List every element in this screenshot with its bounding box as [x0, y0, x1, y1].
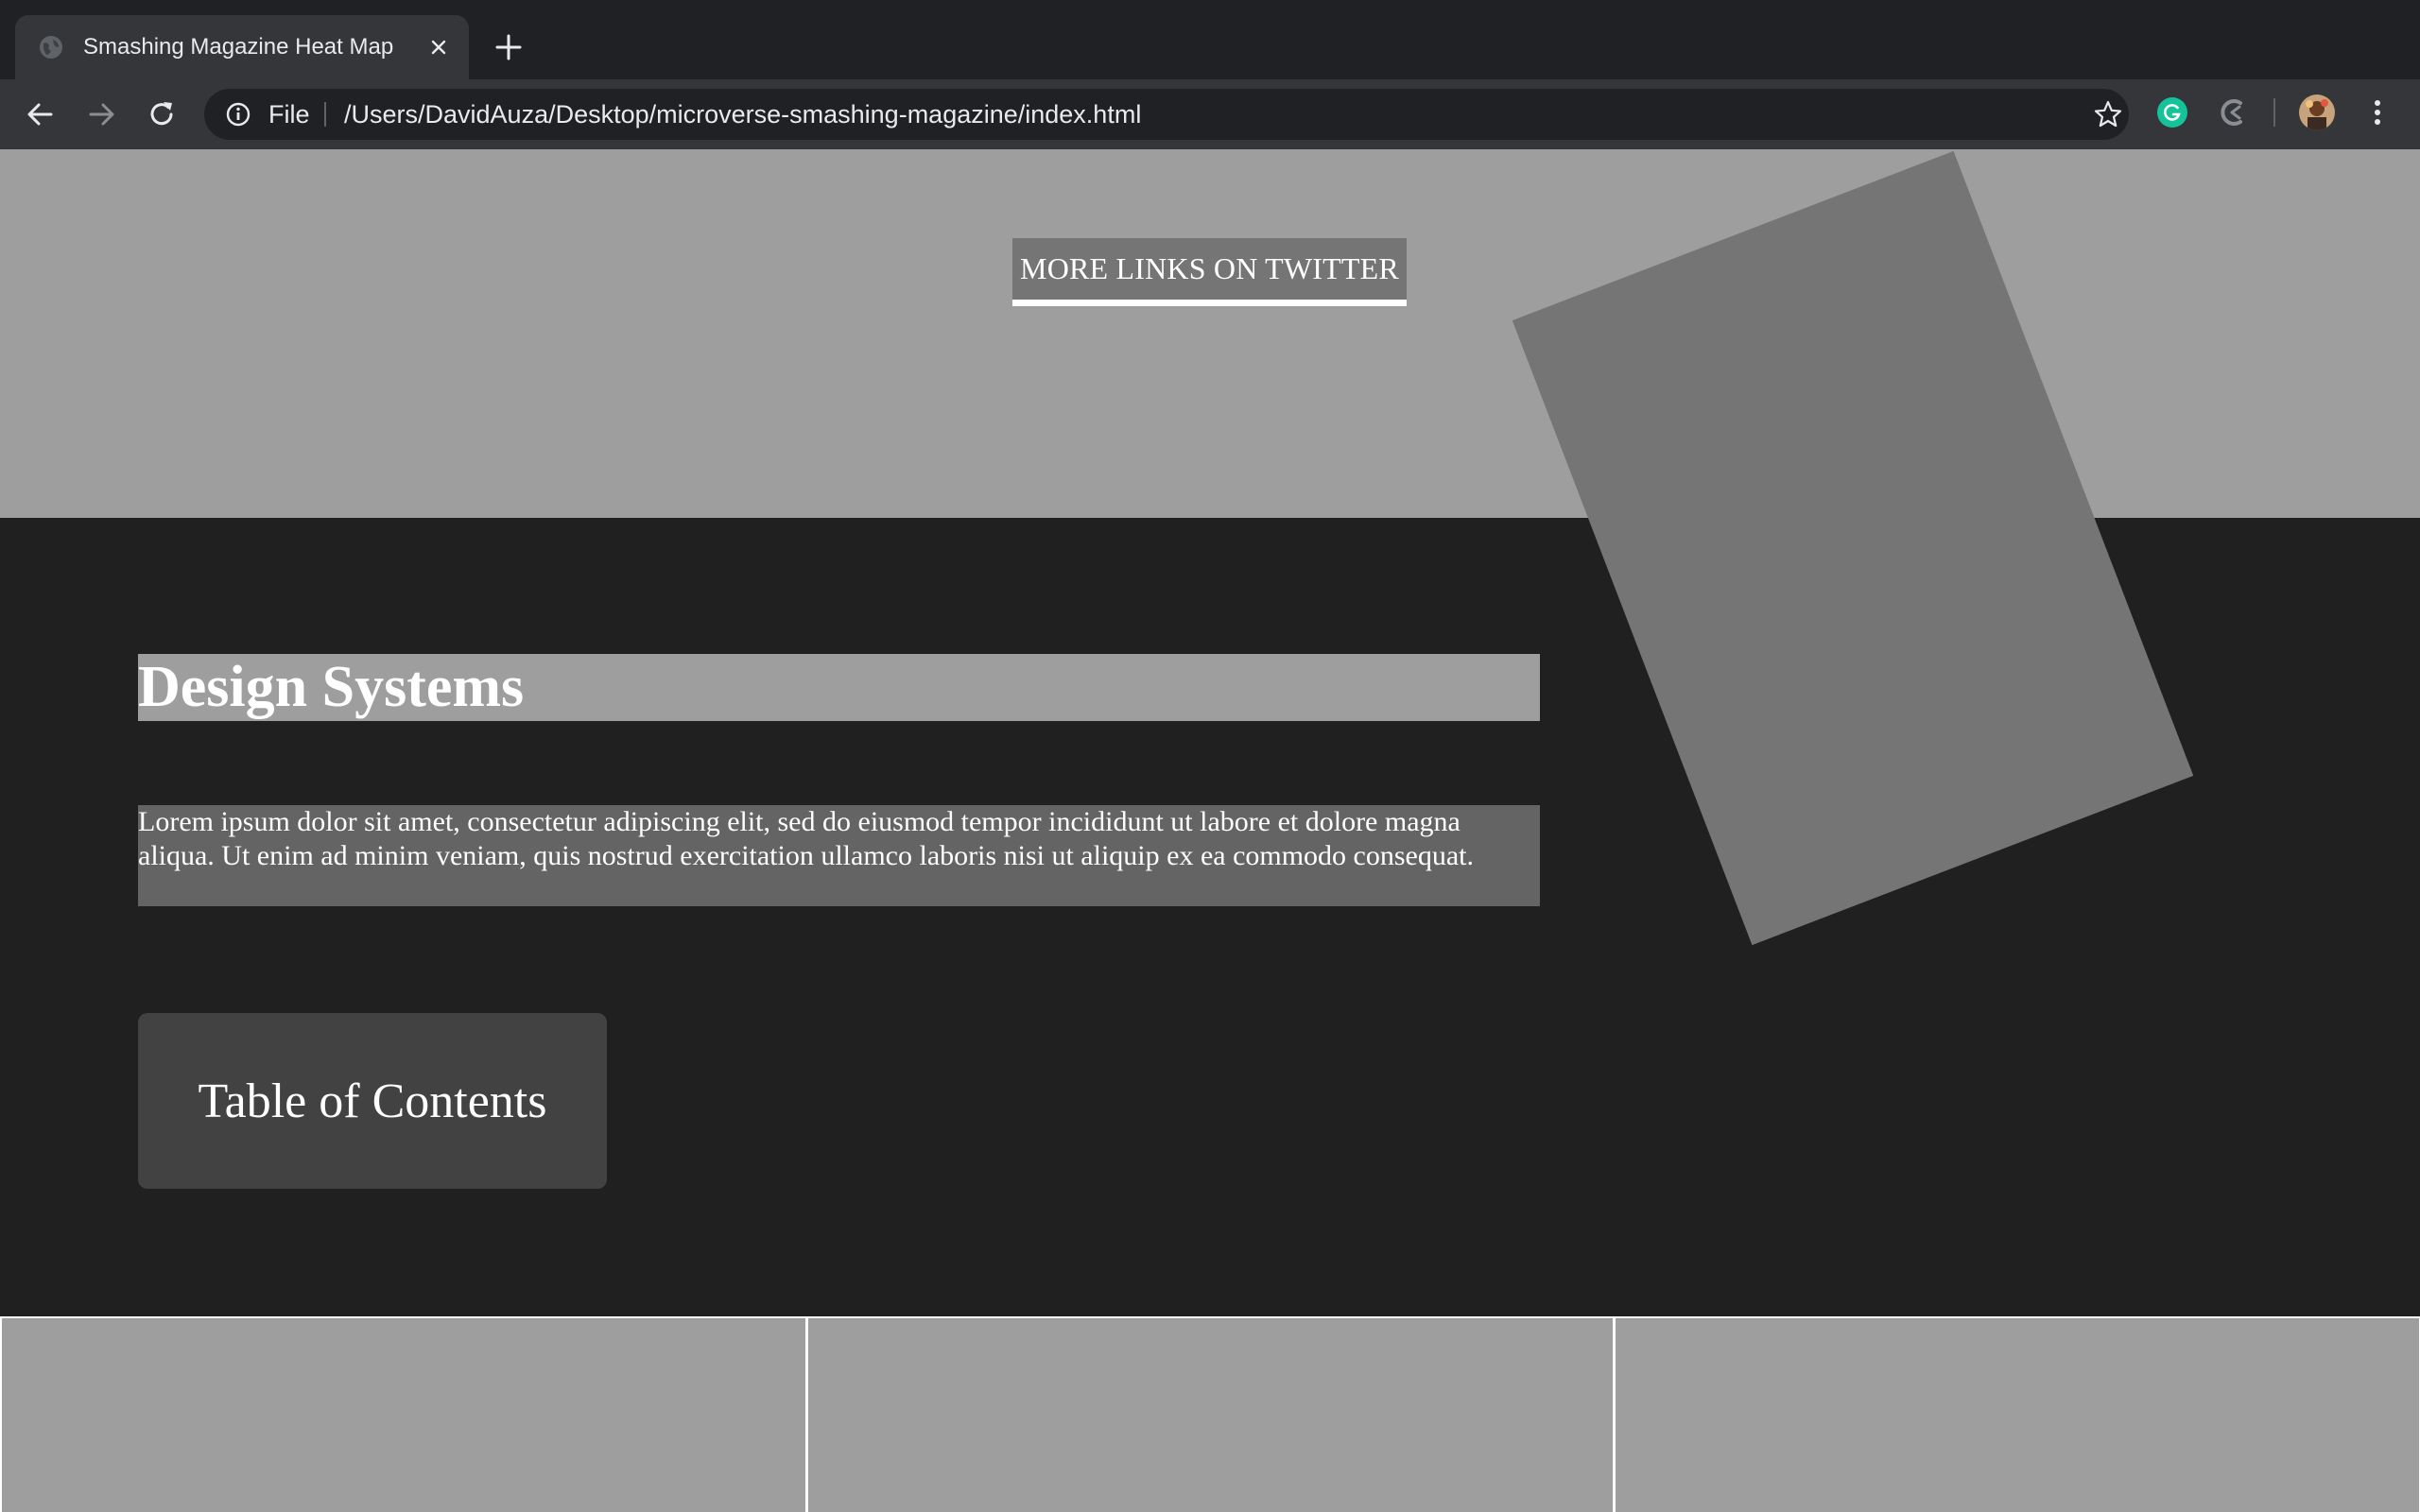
address-divider: [324, 102, 326, 127]
table-of-contents-button[interactable]: Table of Contents: [138, 1013, 607, 1189]
scheme-label: File: [268, 100, 310, 129]
intro-paragraph: Lorem ipsum dolor sit amet, consectetur …: [138, 805, 1540, 906]
avatar[interactable]: [2299, 94, 2335, 130]
card-3[interactable]: [1613, 1318, 2420, 1512]
url-text[interactable]: /Users/DavidAuza/Desktop/microverse-smas…: [344, 89, 1141, 140]
plus-icon[interactable]: [493, 32, 524, 62]
tab-title: Smashing Magazine Heat Map: [83, 34, 394, 60]
cards-row: [0, 1316, 2420, 1512]
forward-arrow-icon[interactable]: [83, 96, 119, 132]
back-arrow-icon[interactable]: [23, 96, 59, 132]
page-title: Design Systems: [138, 655, 525, 719]
close-icon[interactable]: [425, 34, 452, 60]
browser-tab[interactable]: Smashing Magazine Heat Map: [15, 15, 469, 79]
kebab-menu-icon[interactable]: [2363, 94, 2392, 130]
crescent-extension-icon[interactable]: [2218, 96, 2250, 129]
page-viewport: MORE LINKS ON TWITTER Design Systems Lor…: [0, 149, 2420, 1512]
globe-icon: [40, 36, 62, 59]
star-icon[interactable]: [2093, 99, 2123, 129]
more-links-twitter-button[interactable]: MORE LINKS ON TWITTER: [1012, 238, 1407, 306]
toolbar-separator: [2273, 98, 2275, 127]
info-icon[interactable]: [225, 101, 251, 128]
card-1[interactable]: [0, 1318, 807, 1512]
reload-icon[interactable]: [144, 96, 180, 132]
grammarly-icon[interactable]: [2156, 96, 2188, 129]
card-2[interactable]: [806, 1318, 1614, 1512]
profile-photo-icon: [2299, 94, 2335, 130]
tab-strip: Smashing Magazine Heat Map: [0, 0, 2420, 79]
browser-toolbar: File /Users/DavidAuza/Desktop/microverse…: [0, 79, 2420, 149]
address-bar[interactable]: File /Users/DavidAuza/Desktop/microverse…: [204, 89, 2129, 140]
